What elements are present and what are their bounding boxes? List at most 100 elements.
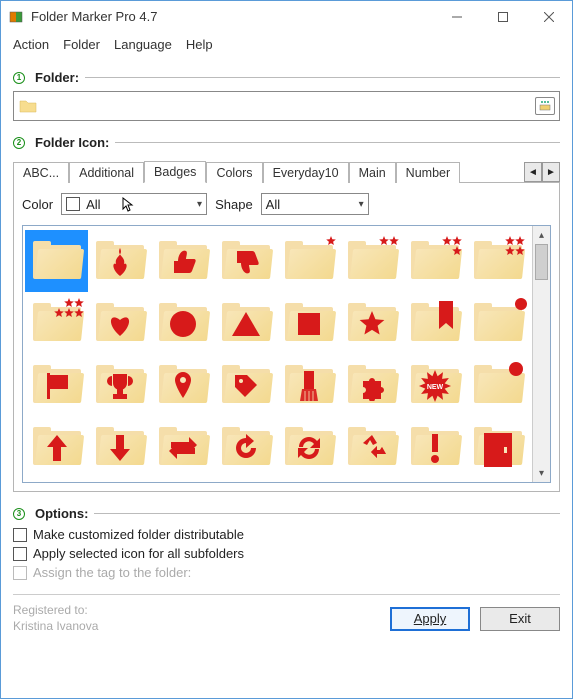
tab-number[interactable]: Number: [396, 162, 460, 183]
scroll-track[interactable]: [533, 244, 550, 464]
icon-item-star-1[interactable]: [278, 230, 341, 292]
footer: Registered to: Kristina Ivanova Apply Ex…: [13, 594, 560, 634]
icon-item-brush[interactable]: [278, 354, 341, 416]
divider: [94, 513, 560, 514]
folder-path-input[interactable]: [13, 91, 560, 121]
checkbox[interactable]: [13, 547, 27, 561]
icon-item-thumbs-down[interactable]: [214, 230, 277, 292]
scroll-up-icon[interactable]: ▴: [533, 226, 550, 244]
icon-item-star-4[interactable]: [467, 230, 530, 292]
tabs-row: ABC... Additional Badges Colors Everyday…: [13, 158, 560, 182]
icon-item-swap[interactable]: [151, 416, 214, 478]
scroll-thumb[interactable]: [535, 244, 548, 280]
icon-item-dot-top[interactable]: [467, 354, 530, 416]
icon-item-redo[interactable]: [214, 416, 277, 478]
icon-item-dot[interactable]: [467, 292, 530, 354]
icon-item-exclaim[interactable]: [404, 416, 467, 478]
color-swatch: [66, 197, 80, 211]
icon-item-new[interactable]: NEW: [404, 354, 467, 416]
icon-item-plain[interactable]: [25, 230, 88, 292]
color-filter-label: Color: [22, 197, 53, 212]
option-subfolders[interactable]: Apply selected icon for all subfolders: [13, 546, 560, 561]
menubar: Action Folder Language Help: [1, 33, 572, 58]
checkbox-disabled: [13, 566, 27, 580]
color-filter-value: All: [86, 197, 100, 212]
close-button[interactable]: [526, 1, 572, 33]
chevron-down-icon: ▾: [197, 199, 202, 210]
app-icon: [9, 9, 25, 25]
tab-abc[interactable]: ABC...: [13, 162, 69, 183]
browse-button[interactable]: [535, 97, 555, 115]
tab-scroll-right[interactable]: ►: [542, 162, 560, 182]
step-badge-2: 2: [13, 137, 25, 149]
divider: [85, 77, 560, 78]
apply-button[interactable]: Apply: [390, 607, 470, 631]
icon-item-star-2[interactable]: [341, 230, 404, 292]
icon-item-square[interactable]: [278, 292, 341, 354]
option-distributable[interactable]: Make customized folder distributable: [13, 527, 560, 542]
tab-scroll-left[interactable]: ◄: [524, 162, 542, 182]
step-badge-3: 3: [13, 508, 25, 520]
icon-item-trophy[interactable]: [88, 354, 151, 416]
svg-text:NEW: NEW: [427, 384, 444, 391]
tab-panel-badges: Color All ▾ Shape All ▾ NEW: [13, 182, 560, 492]
cursor-icon: [122, 197, 138, 213]
tab-main[interactable]: Main: [349, 162, 396, 183]
icon-item-star-3[interactable]: [404, 230, 467, 292]
icon-item-bookmark[interactable]: [404, 292, 467, 354]
tab-colors[interactable]: Colors: [206, 162, 262, 183]
maximize-button[interactable]: [480, 1, 526, 33]
icon-item-pin[interactable]: [151, 354, 214, 416]
icon-item-star-5[interactable]: [25, 292, 88, 354]
registered-to-name: Kristina Ivanova: [13, 619, 98, 635]
section-folder-label: Folder:: [35, 70, 79, 85]
icon-item-arrow-down[interactable]: [88, 416, 151, 478]
section-icon-header: 2 Folder Icon:: [13, 135, 560, 150]
icon-item-puzzle[interactable]: [341, 354, 404, 416]
tab-everyday10[interactable]: Everyday10: [263, 162, 349, 183]
menu-action[interactable]: Action: [13, 37, 49, 52]
section-icon-label: Folder Icon:: [35, 135, 109, 150]
icon-item-triangle[interactable]: [214, 292, 277, 354]
section-options-header: 3 Options:: [13, 506, 560, 521]
checkbox[interactable]: [13, 528, 27, 542]
icon-item-door[interactable]: [467, 416, 530, 478]
icon-item-sync[interactable]: [278, 416, 341, 478]
icon-item-thumbs-up[interactable]: [151, 230, 214, 292]
option-assign-tag-label: Assign the tag to the folder:: [33, 565, 191, 580]
option-subfolders-label: Apply selected icon for all subfolders: [33, 546, 244, 561]
icon-item-heart[interactable]: [88, 292, 151, 354]
section-folder-header: 1 Folder:: [13, 70, 560, 85]
scroll-down-icon[interactable]: ▾: [533, 464, 550, 482]
shape-filter-value: All: [266, 197, 280, 212]
icon-item-recycle[interactable]: [341, 416, 404, 478]
scrollbar[interactable]: ▴ ▾: [532, 226, 550, 482]
titlebar: Folder Marker Pro 4.7: [1, 1, 572, 33]
menu-help[interactable]: Help: [186, 37, 213, 52]
icon-grid: NEW: [23, 226, 532, 482]
menu-language[interactable]: Language: [114, 37, 172, 52]
option-assign-tag: Assign the tag to the folder:: [13, 565, 560, 580]
icon-item-arrow-up[interactable]: [25, 416, 88, 478]
exit-button[interactable]: Exit: [480, 607, 560, 631]
icon-list-panel: NEW ▴ ▾: [22, 225, 551, 483]
shape-filter-combo[interactable]: All ▾: [261, 193, 369, 215]
icon-item-tag[interactable]: [214, 354, 277, 416]
icon-item-flame[interactable]: [88, 230, 151, 292]
minimize-button[interactable]: [434, 1, 480, 33]
icon-item-circle[interactable]: [151, 292, 214, 354]
color-filter-combo[interactable]: All ▾: [61, 193, 207, 215]
chevron-down-icon: ▾: [359, 199, 364, 210]
section-options-label: Options:: [35, 506, 88, 521]
window-title: Folder Marker Pro 4.7: [31, 9, 434, 24]
option-distributable-label: Make customized folder distributable: [33, 527, 244, 542]
tab-additional[interactable]: Additional: [69, 162, 144, 183]
registered-to-label: Registered to:: [13, 603, 98, 619]
menu-folder[interactable]: Folder: [63, 37, 100, 52]
icon-item-star[interactable]: [341, 292, 404, 354]
folder-icon: [18, 96, 38, 116]
tab-badges[interactable]: Badges: [144, 161, 206, 183]
icon-item-flag[interactable]: [25, 354, 88, 416]
step-badge-1: 1: [13, 72, 25, 84]
registration-info: Registered to: Kristina Ivanova: [13, 603, 98, 634]
